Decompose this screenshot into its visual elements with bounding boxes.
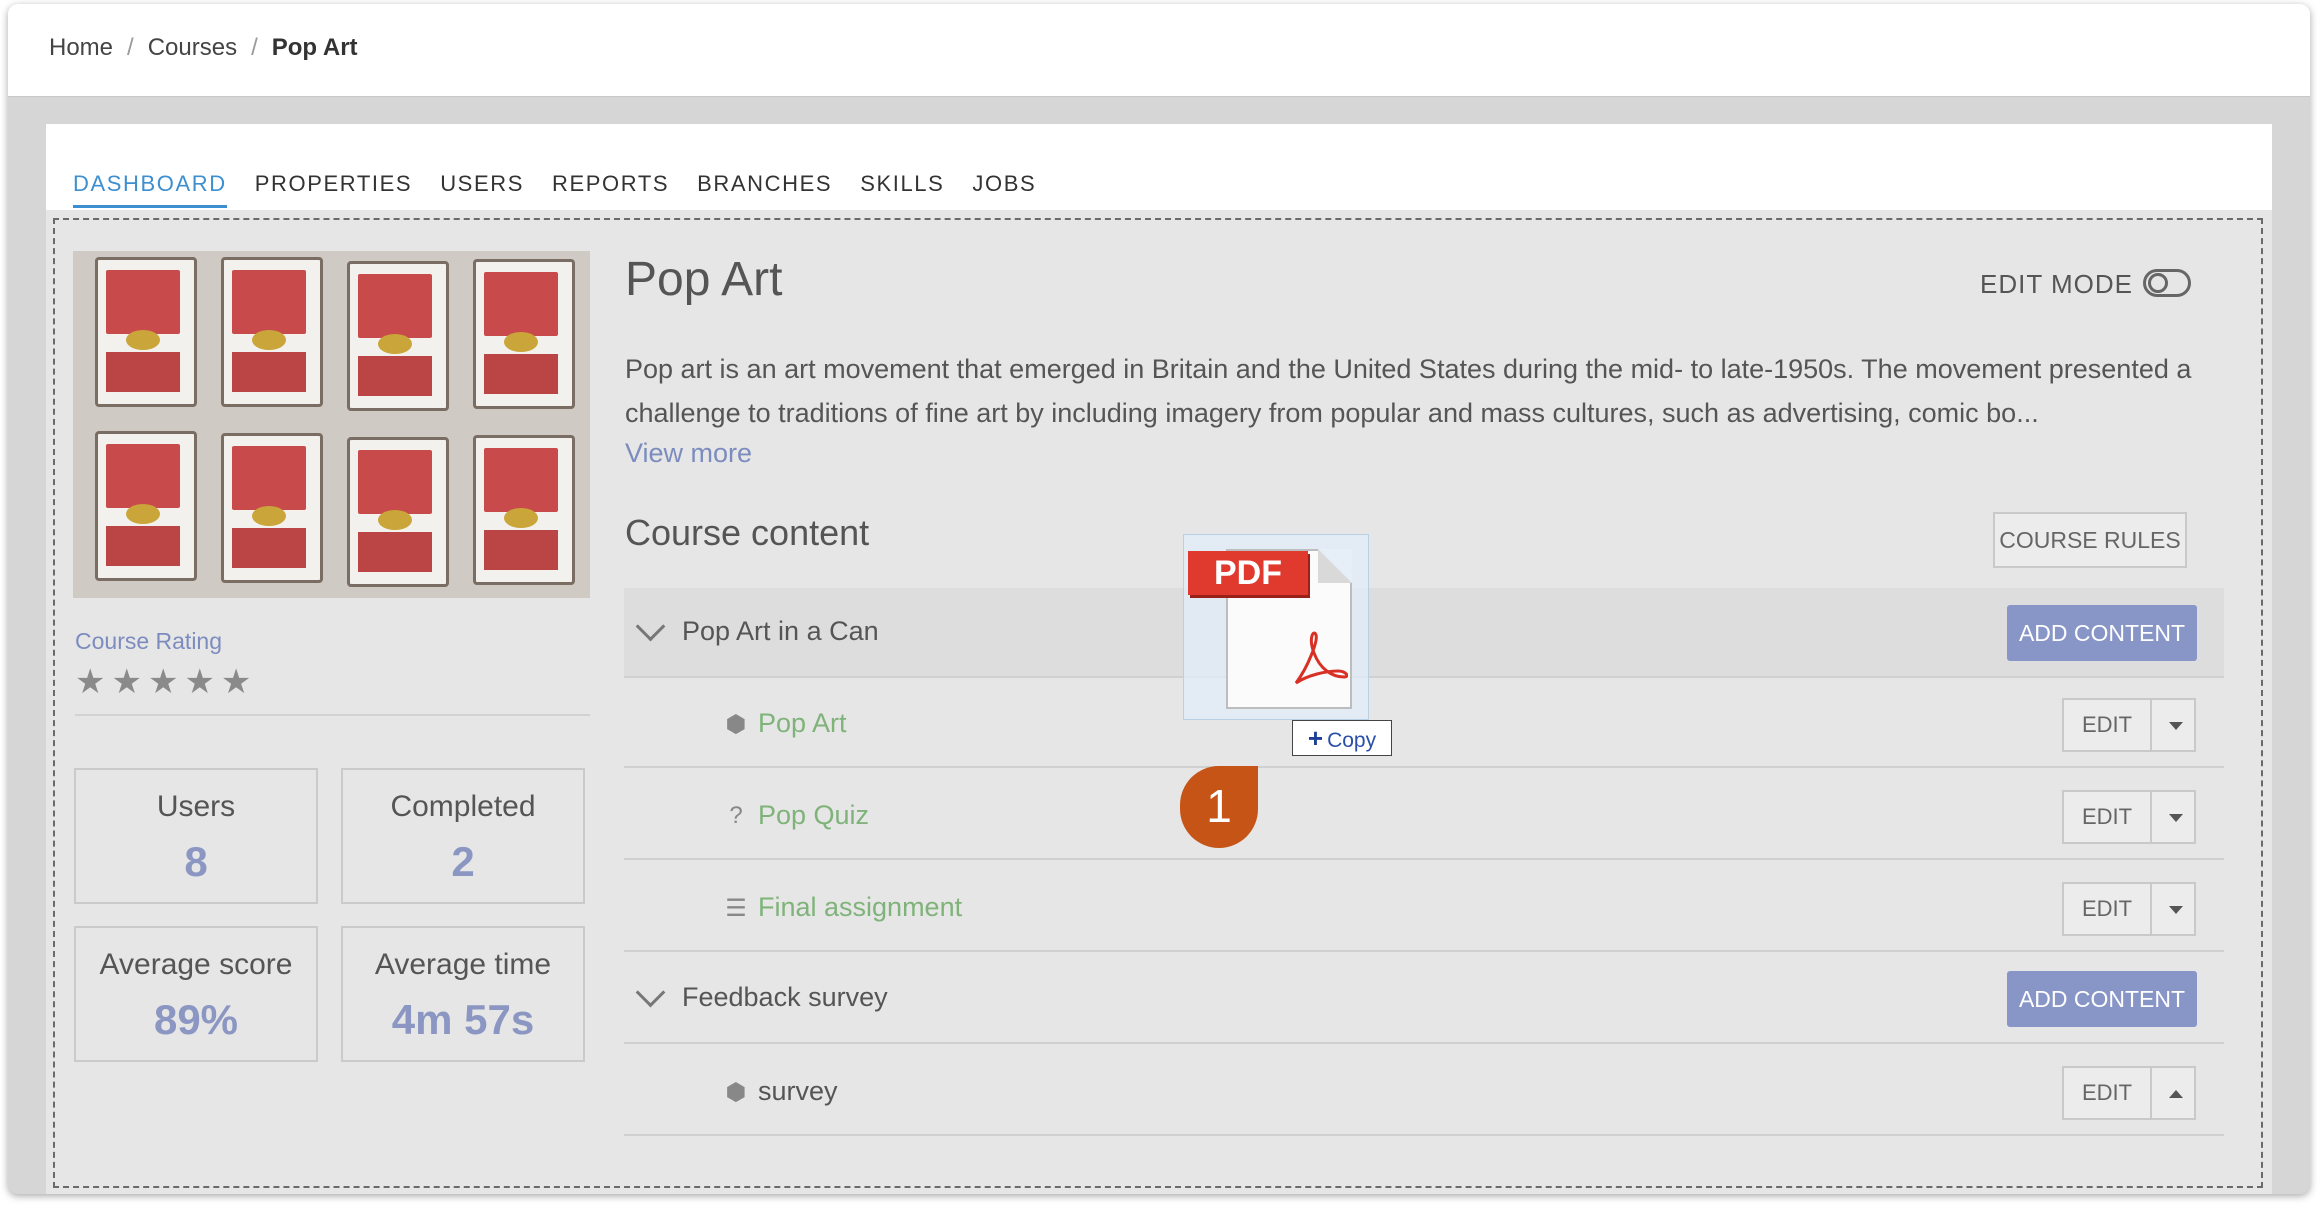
soup-can-image [473,259,575,409]
caret-down-icon [2169,814,2183,822]
stat-label: Completed [390,790,536,823]
course-description: Pop art is an art movement that emerged … [625,354,2192,428]
copy-label: Copy [1327,729,1377,752]
stat-label: Average time [374,948,552,981]
course-content-heading: Course content [625,512,870,553]
tab-bar: DASHBOARD PROPERTIES USERS REPORTS BRANC… [46,124,2272,210]
question-circle-icon: ? [729,802,743,829]
dragged-file[interactable]: PDF [1183,534,1369,720]
breadcrumb-separator: / [127,34,134,61]
stat-average-time: Average time 4m 57s [341,926,585,1062]
plus-icon: + [1307,723,1324,753]
content-item-link[interactable]: Final assignment [758,892,962,923]
pdf-badge: PDF [1188,551,1308,595]
edit-dropdown-toggle[interactable] [2152,884,2194,934]
rating-stars[interactable]: ★★★★★ [75,662,257,702]
soup-can-image [95,431,197,581]
edit-mode-toggle[interactable] [2143,269,2191,297]
content-item-row[interactable]: ? Pop Quiz EDIT [624,770,2224,860]
edit-button-group: EDIT [2062,1066,2196,1120]
tab-dashboard[interactable]: DASHBOARD [73,171,227,208]
stat-value: 8 [184,838,208,885]
caret-up-icon [2169,1090,2183,1098]
soup-can-image [221,433,323,583]
soup-can-image [473,435,575,585]
course-rules-button[interactable]: COURSE RULES [1993,512,2187,568]
chevron-down-icon[interactable] [635,977,666,1008]
content-item-link[interactable]: Pop Quiz [758,800,869,831]
caret-down-icon [2169,906,2183,914]
content-item-link[interactable]: Pop Art [758,708,847,739]
tab-skills[interactable]: SKILLS [860,171,944,208]
breadcrumb-separator: / [251,34,258,61]
top-bar: Home / Courses / Pop Art [8,4,2310,97]
edit-button-group: EDIT [2062,790,2196,844]
copy-tooltip: + Copy [1292,720,1392,756]
stat-label: Average score [99,948,293,981]
sidebar-divider [75,714,590,716]
unit-row[interactable]: Pop Art in a Can ADD CONTENT [624,588,2224,678]
tab-reports[interactable]: REPORTS [552,171,669,208]
edit-mode-label: EDIT MODE [1980,269,2133,299]
unit-name: Feedback survey [682,982,888,1012]
unit-row[interactable]: Feedback survey ADD CONTENT [624,954,2224,1044]
add-content-button[interactable]: ADD CONTENT [2007,605,2197,661]
stat-value: 89% [153,996,239,1043]
stat-completed: Completed 2 [341,768,585,904]
edit-dropdown-toggle[interactable] [2152,792,2194,842]
soup-can-image [347,261,449,411]
edit-button[interactable]: EDIT [2064,700,2152,750]
course-title: Pop Art [625,253,783,306]
step-marker: 1 [1180,766,1258,848]
tab-branches[interactable]: BRANCHES [697,171,832,208]
edit-button[interactable]: EDIT [2064,792,2152,842]
edit-button-group: EDIT [2062,882,2196,936]
tab-users[interactable]: USERS [440,171,524,208]
cube-icon: ⬢ [725,711,747,738]
app-window: Home / Courses / Pop Art DASHBOARD PROPE… [8,4,2310,1194]
edit-button-group: EDIT [2062,698,2196,752]
tab-jobs[interactable]: JOBS [972,171,1036,208]
breadcrumb-courses[interactable]: Courses [148,34,237,62]
tabs: DASHBOARD PROPERTIES USERS REPORTS BRANC… [73,171,1064,208]
toggle-knob [2148,273,2168,293]
unit-name: Pop Art in a Can [682,616,879,646]
course-rating-label: Course Rating [75,628,223,654]
content-item-row[interactable]: ⬢ Pop Art EDIT [624,678,2224,768]
view-more-link[interactable]: View more [625,438,752,469]
stat-value: 4m 57s [391,996,535,1043]
stat-label: Users [156,790,236,823]
stat-users: Users 8 [74,768,318,904]
chevron-down-icon[interactable] [635,611,666,642]
page-fold [1318,549,1352,583]
cube-icon: ⬢ [725,1079,747,1106]
soup-can-image [95,257,197,407]
breadcrumb-current: Pop Art [271,34,358,61]
soup-can-image [347,437,449,587]
content-item-row[interactable]: ☰ Final assignment EDIT [624,862,2224,952]
edit-dropdown-toggle[interactable] [2152,1068,2194,1118]
edit-button[interactable]: EDIT [2064,1068,2152,1118]
add-content-button[interactable]: ADD CONTENT [2007,971,2197,1027]
breadcrumb-home[interactable]: Home [49,34,113,62]
list-icon: ☰ [725,895,747,922]
acrobat-logo-icon [1288,631,1349,696]
content-item-row[interactable]: ⬢ survey EDIT [624,1046,2224,1136]
stat-average-score: Average score 89% [74,926,318,1062]
edit-dropdown-toggle[interactable] [2152,700,2194,750]
soup-can-image [221,257,323,407]
edit-button[interactable]: EDIT [2064,884,2152,934]
content-item-link[interactable]: survey [758,1076,838,1107]
stat-value: 2 [451,838,475,885]
breadcrumb: Home / Courses / Pop Art [49,34,358,62]
course-image [73,251,590,598]
tab-properties[interactable]: PROPERTIES [255,171,412,208]
caret-down-icon [2169,722,2183,730]
